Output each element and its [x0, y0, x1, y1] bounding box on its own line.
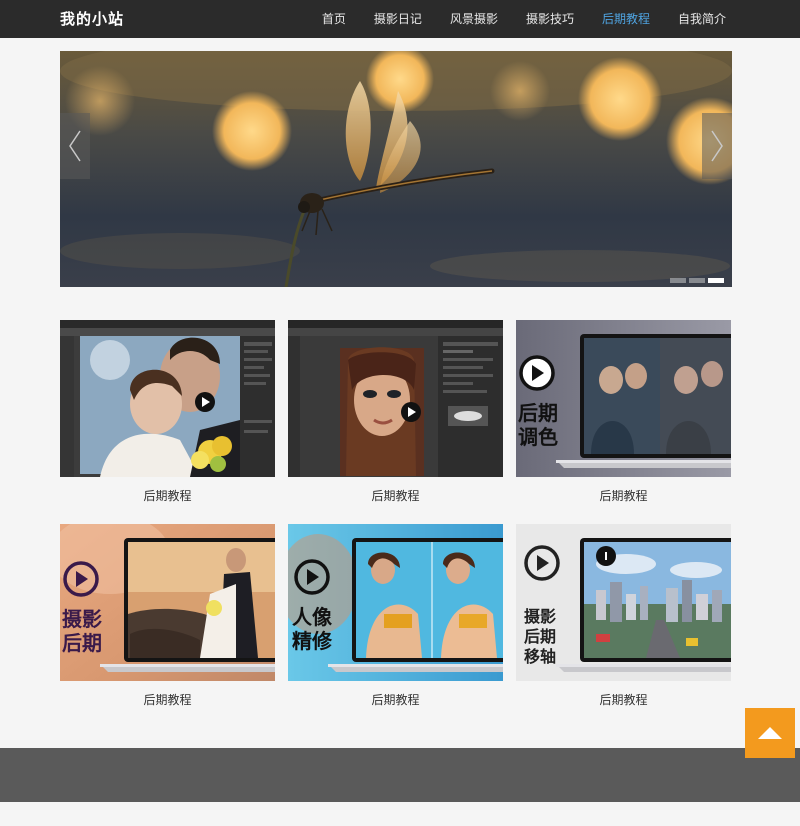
card-caption[interactable]: 后期教程: [60, 691, 275, 707]
svg-text:摄影: 摄影: [524, 607, 556, 626]
banner-image: [60, 51, 732, 287]
nav-item-techniques[interactable]: 摄影技巧: [512, 0, 588, 38]
arrow-up-icon: [758, 727, 782, 739]
carousel-dot-3[interactable]: [708, 278, 724, 283]
carousel-indicators: [670, 278, 724, 283]
carousel-dot-2[interactable]: [689, 278, 705, 283]
nav-item-about[interactable]: 自我简介: [664, 0, 740, 38]
page-footer: [0, 748, 800, 802]
photoshop-wedding-image: [60, 320, 275, 477]
carousel-dot-1[interactable]: [670, 278, 686, 283]
gallery-card[interactable]: 后期教程: [288, 320, 503, 503]
card-thumbnail[interactable]: 摄影 后期: [60, 524, 275, 681]
chevron-left-icon: [69, 130, 81, 162]
card-thumbnail[interactable]: 后期 调色: [516, 320, 731, 477]
nav-item-home[interactable]: 首页: [308, 0, 360, 38]
photoshop-portrait-image: [288, 320, 503, 477]
laptop-sunset-couple-image: 摄影 后期: [60, 524, 275, 681]
svg-text:人像: 人像: [292, 605, 333, 629]
card-caption[interactable]: 后期教程: [288, 691, 503, 707]
laptop-color-grading-image: 后期 调色: [516, 320, 731, 477]
svg-text:后期: 后期: [518, 401, 558, 425]
card-caption[interactable]: 后期教程: [60, 487, 275, 503]
nav-item-photo-diary[interactable]: 摄影日记: [360, 0, 436, 38]
gallery-card[interactable]: 人像 精修 后期教程: [288, 524, 503, 707]
site-brand[interactable]: 我的小站: [60, 0, 124, 38]
svg-text:精修: 精修: [292, 629, 333, 653]
laptop-portrait-retouch-image: 人像 精修: [288, 524, 503, 681]
banner-carousel: [60, 51, 732, 287]
nav-item-post-processing[interactable]: 后期教程: [588, 0, 664, 38]
card-thumbnail[interactable]: [288, 320, 503, 477]
main-nav: 首页 摄影日记 风景摄影 摄影技巧 后期教程 自我简介: [308, 0, 740, 38]
carousel-next-button[interactable]: [702, 113, 732, 179]
carousel-prev-button[interactable]: [60, 113, 90, 179]
gallery-card[interactable]: 后期 调色 后期教程: [516, 320, 731, 503]
svg-text:后期: 后期: [524, 627, 556, 646]
card-thumbnail[interactable]: 人像 精修: [288, 524, 503, 681]
chevron-right-icon: [711, 130, 723, 162]
nav-item-landscape[interactable]: 风景摄影: [436, 0, 512, 38]
card-thumbnail[interactable]: 摄影 后期 移轴: [516, 524, 731, 681]
laptop-tilt-shift-city-image: 摄影 后期 移轴: [516, 524, 731, 681]
card-caption[interactable]: 后期教程: [516, 691, 731, 707]
card-caption[interactable]: 后期教程: [288, 487, 503, 503]
gallery-card[interactable]: 摄影 后期 移轴 后期教程: [516, 524, 731, 707]
card-caption[interactable]: 后期教程: [516, 487, 731, 503]
svg-text:移轴: 移轴: [524, 647, 556, 666]
svg-text:调色: 调色: [518, 425, 558, 449]
top-navbar: 我的小站 首页 摄影日记 风景摄影 摄影技巧 后期教程 自我简介: [0, 0, 800, 38]
svg-text:后期: 后期: [62, 631, 102, 655]
gallery-card[interactable]: 后期教程: [60, 320, 275, 503]
back-to-top-button[interactable]: [745, 708, 795, 758]
gallery-card[interactable]: 摄影 后期 后期教程: [60, 524, 275, 707]
card-thumbnail[interactable]: [60, 320, 275, 477]
svg-text:摄影: 摄影: [62, 607, 102, 631]
